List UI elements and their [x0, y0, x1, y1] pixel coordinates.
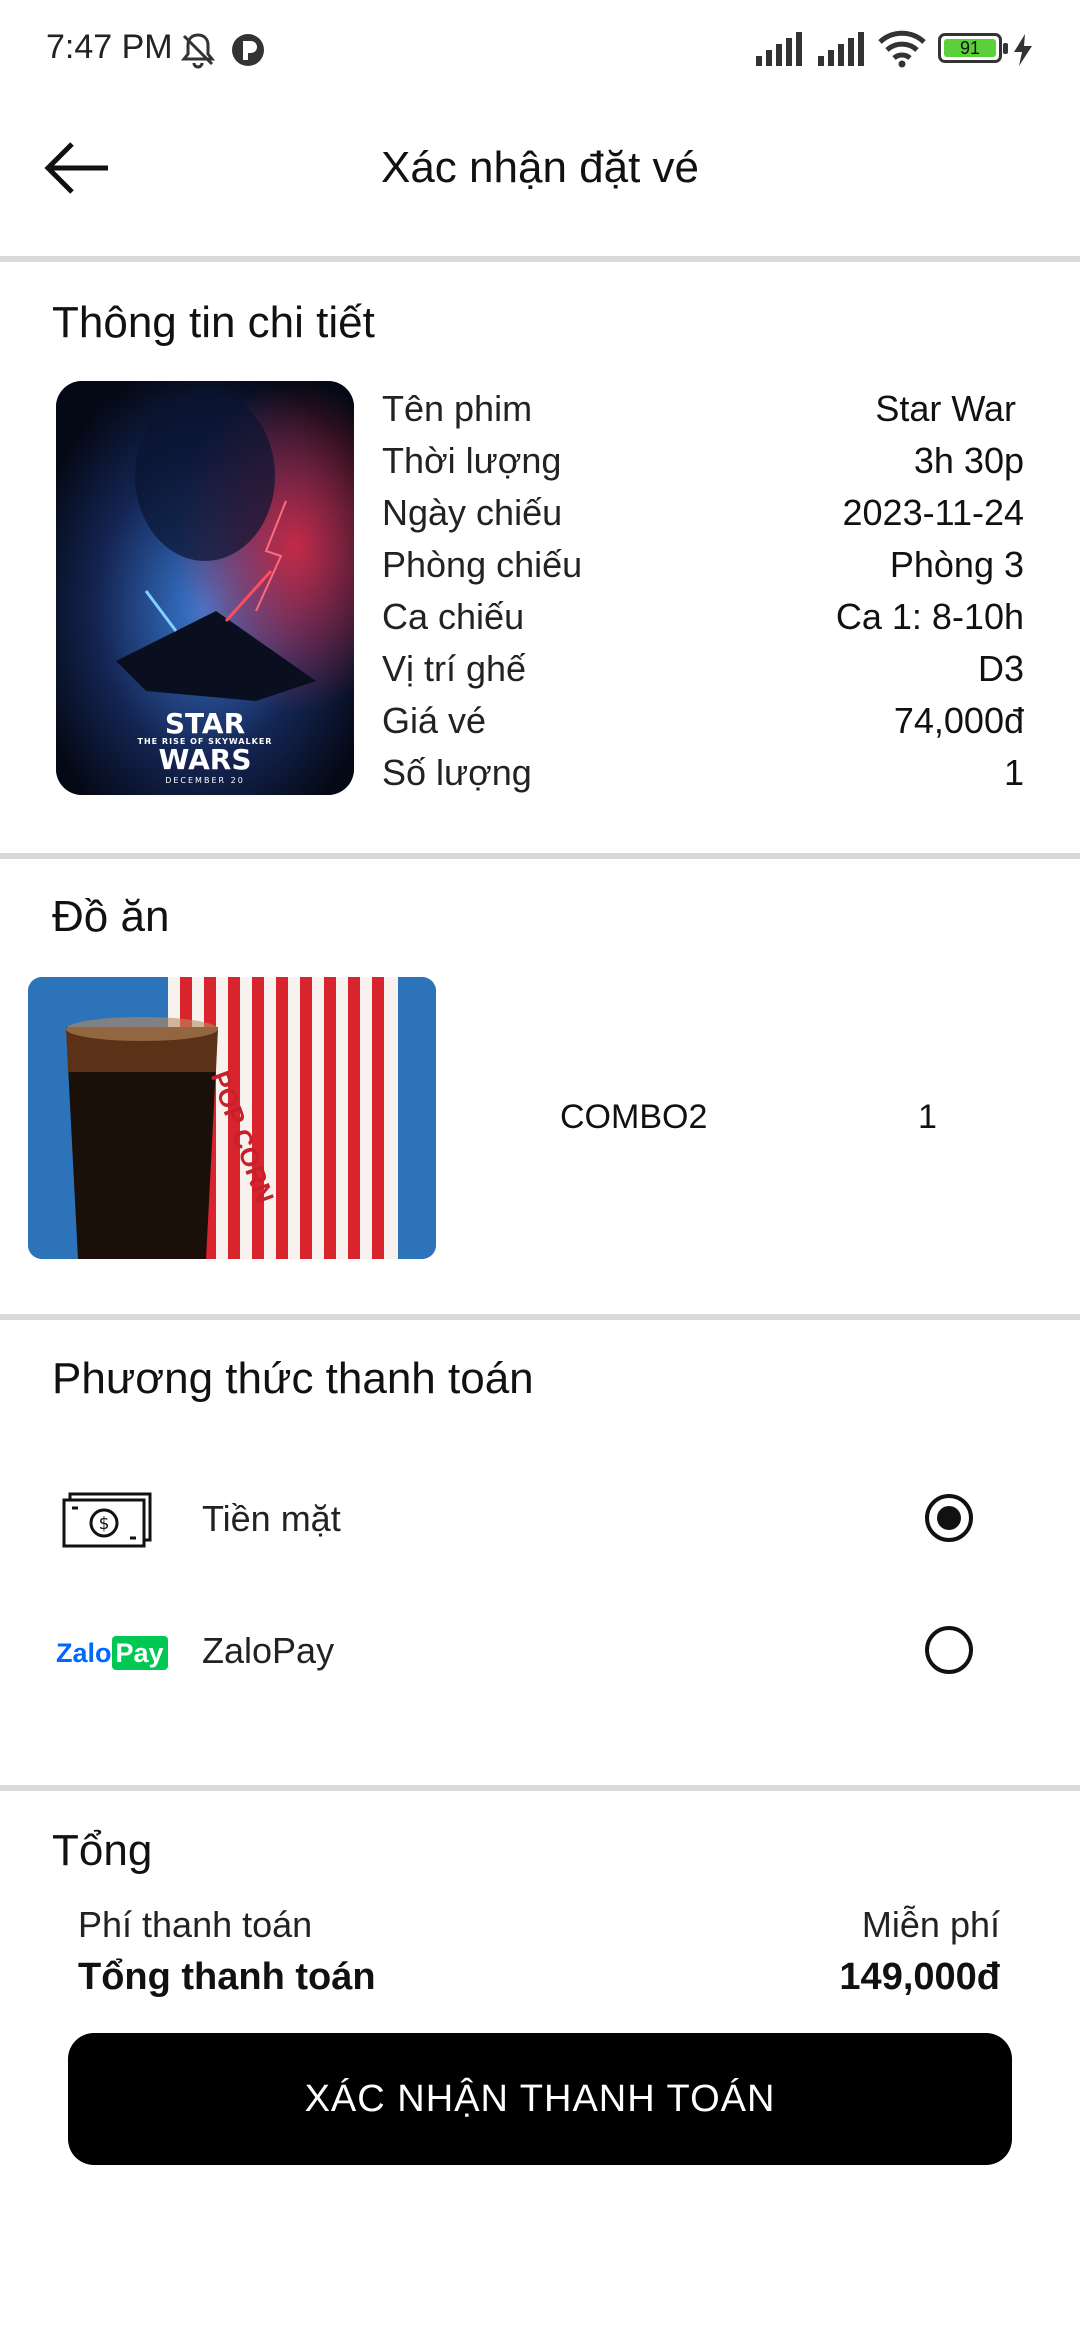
detail-value-seat: D3 — [977, 648, 1024, 689]
payment-option-zalopay[interactable]: Zalo Pay ZaloPay — [0, 1602, 1080, 1702]
detail-label-room: Phòng chiếu — [382, 544, 583, 585]
detail-label-seat: Vị trí ghế — [382, 648, 527, 689]
combo-quantity: 1 — [918, 1098, 937, 1136]
detail-value-movie: Star War — [875, 388, 1016, 429]
battery-level: 91 — [959, 38, 981, 58]
payment-section-title: Phương thức thanh toán — [52, 1354, 534, 1403]
divider — [0, 1314, 1080, 1320]
payment-option-label: ZaloPay — [202, 1630, 335, 1671]
zalopay-logo: Zalo Pay — [56, 1636, 168, 1670]
detail-value-duration: 3h 30p — [913, 440, 1024, 481]
zalopay-logo-zalo: Zalo — [56, 1638, 112, 1668]
combo-name: COMBO2 — [560, 1098, 708, 1136]
detail-value-date: 2023-11-24 — [842, 492, 1024, 533]
poster-logo: STAR THE RISE OF SKYWALKER WARS DECEMBER… — [56, 707, 354, 789]
cash-icon: $ — [62, 1492, 152, 1548]
detail-label-movie: Tên phim — [382, 388, 533, 429]
app-notification-icon — [232, 34, 264, 66]
total-section-title: Tổng — [52, 1826, 153, 1875]
combo-image: POP CORN — [28, 977, 436, 1259]
divider — [0, 256, 1080, 262]
soda-glass — [66, 1017, 218, 1259]
poster-logo-bottom: WARS — [158, 743, 252, 776]
total-value: 149,000đ — [839, 1956, 1000, 1998]
movie-poster: STAR THE RISE OF SKYWALKER WARS DECEMBER… — [56, 381, 354, 795]
status-time: 7:47 PM — [46, 28, 173, 66]
charging-icon — [1014, 34, 1032, 66]
signal-icon — [756, 32, 802, 66]
confirm-payment-button[interactable]: XÁC NHẬN THANH TOÁN — [68, 2033, 1012, 2165]
fee-label: Phí thanh toán — [78, 1904, 313, 1945]
details-section-title: Thông tin chi tiết — [52, 298, 375, 347]
detail-value-quantity: 1 — [1003, 752, 1024, 793]
detail-label-price: Giá vé — [382, 700, 487, 741]
detail-label-quantity: Số lượng — [382, 752, 532, 793]
status-bar: 7:47 PM 91 — [0, 0, 1080, 100]
payment-option-label: Tiền mặt — [202, 1498, 341, 1539]
detail-label-shift: Ca chiếu — [382, 596, 525, 637]
bell-off-icon — [180, 33, 216, 69]
detail-value-room: Phòng 3 — [889, 544, 1024, 585]
wifi-icon — [878, 30, 926, 68]
page-title: Xác nhận đặt vé — [380, 143, 699, 192]
detail-label-date: Ngày chiếu — [382, 492, 563, 533]
zalopay-logo-pay: Pay — [111, 1636, 168, 1670]
detail-value-shift: Ca 1: 8-10h — [835, 596, 1024, 637]
total-label: Tổng thanh toán — [78, 1956, 376, 1998]
fee-value: Miễn phí — [861, 1904, 1000, 1945]
detail-value-price: 74,000đ — [893, 700, 1024, 741]
battery-icon: 91 — [938, 33, 1008, 63]
payment-option-cash[interactable]: $ Tiền mặt — [0, 1470, 1080, 1570]
poster-logo-top: STAR — [164, 707, 246, 740]
detail-label-duration: Thời lượng — [382, 440, 562, 481]
zalopay-radio[interactable] — [925, 1626, 973, 1674]
signal-icon-2 — [818, 32, 864, 66]
food-section-title: Đồ ăn — [52, 892, 170, 941]
poster-date: DECEMBER 20 — [165, 776, 245, 785]
divider — [0, 853, 1080, 859]
divider — [0, 1785, 1080, 1791]
cash-radio[interactable] — [925, 1494, 973, 1542]
svg-text:$: $ — [99, 1514, 110, 1534]
